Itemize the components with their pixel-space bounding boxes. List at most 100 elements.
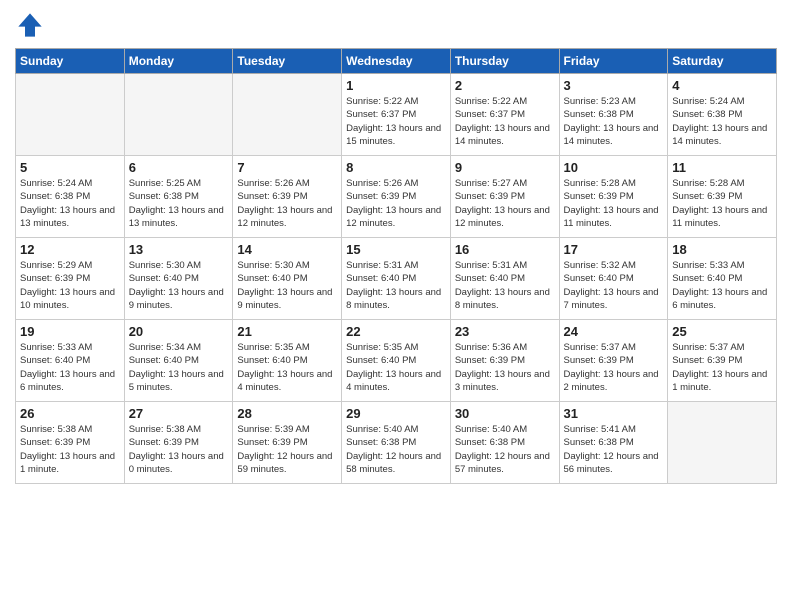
sunset-text: Sunset: 6:38 PM [564,108,664,121]
sunset-text: Sunset: 6:38 PM [564,436,664,449]
daylight-text: Daylight: 13 hours and 0 minutes. [129,450,229,477]
day-number: 27 [129,406,229,421]
day-info: Sunrise: 5:35 AMSunset: 6:40 PMDaylight:… [237,341,337,394]
day-number: 8 [346,160,446,175]
calendar-cell: 28 Sunrise: 5:39 AMSunset: 6:39 PMDayligh… [233,402,342,484]
daylight-text: Daylight: 13 hours and 13 minutes. [20,204,120,231]
weekday-header-monday: Monday [124,49,233,74]
page: SundayMondayTuesdayWednesdayThursdayFrid… [0,0,792,612]
calendar-cell: 25Sunrise: 5:37 AMSunset: 6:39 PMDayligh… [668,320,777,402]
day-number: 4 [672,78,772,93]
daylight-text: Daylight: 13 hours and 12 minutes. [455,204,555,231]
sunset-text: Sunset: 6:37 PM [455,108,555,121]
day-info: Sunrise: 5:39 AMSunset: 6:39 PMDaylight:… [237,423,337,476]
calendar-cell: 22Sunrise: 5:35 AMSunset: 6:40 PMDayligh… [342,320,451,402]
daylight-text: Daylight: 13 hours and 6 minutes. [672,286,772,313]
sunrise-text: Sunrise: 5:28 AM [564,177,664,190]
day-number: 12 [20,242,120,257]
sunset-text: Sunset: 6:39 PM [672,190,772,203]
day-info: Sunrise: 5:33 AMSunset: 6:40 PMDaylight:… [672,259,772,312]
daylight-text: Daylight: 13 hours and 8 minutes. [455,286,555,313]
sunset-text: Sunset: 6:39 PM [237,190,337,203]
sunrise-text: Sunrise: 5:35 AM [346,341,446,354]
sunrise-text: Sunrise: 5:32 AM [564,259,664,272]
calendar-cell: 1Sunrise: 5:22 AMSunset: 6:37 PMDaylight… [342,74,451,156]
sunset-text: Sunset: 6:39 PM [564,354,664,367]
sunset-text: Sunset: 6:40 PM [237,272,337,285]
daylight-text: Daylight: 13 hours and 6 minutes. [20,368,120,395]
sunset-text: Sunset: 6:39 PM [564,190,664,203]
day-number: 14 [237,242,337,257]
calendar-cell: 15Sunrise: 5:31 AMSunset: 6:40 PMDayligh… [342,238,451,320]
sunrise-text: Sunrise: 5:38 AM [20,423,120,436]
sunrise-text: Sunrise: 5:37 AM [672,341,772,354]
day-number: 29 [346,406,446,421]
day-info: Sunrise: 5:31 AMSunset: 6:40 PMDaylight:… [455,259,555,312]
daylight-text: Daylight: 13 hours and 9 minutes. [237,286,337,313]
day-info: Sunrise: 5:22 AMSunset: 6:37 PMDaylight:… [346,95,446,148]
day-info: Sunrise: 5:33 AMSunset: 6:40 PMDaylight:… [20,341,120,394]
weekday-header-sunday: Sunday [16,49,125,74]
daylight-text: Daylight: 13 hours and 12 minutes. [346,204,446,231]
day-number: 10 [564,160,664,175]
day-info: Sunrise: 5:29 AMSunset: 6:39 PMDaylight:… [20,259,120,312]
daylight-text: Daylight: 12 hours and 58 minutes. [346,450,446,477]
calendar-cell: 30Sunrise: 5:40 AMSunset: 6:38 PMDayligh… [450,402,559,484]
day-number: 3 [564,78,664,93]
calendar-cell: 16Sunrise: 5:31 AMSunset: 6:40 PMDayligh… [450,238,559,320]
calendar-cell: 5Sunrise: 5:24 AMSunset: 6:38 PMDaylight… [16,156,125,238]
calendar-cell: 3 Sunrise: 5:23 AMSunset: 6:38 PMDaylight… [559,74,668,156]
sunrise-text: Sunrise: 5:39 AM [237,423,337,436]
day-info: Sunrise: 5:36 AMSunset: 6:39 PMDaylight:… [455,341,555,394]
daylight-text: Daylight: 13 hours and 11 minutes. [564,204,664,231]
day-number: 31 [564,406,664,421]
calendar-cell: 4Sunrise: 5:24 AMSunset: 6:38 PMDaylight… [668,74,777,156]
sunset-text: Sunset: 6:39 PM [129,436,229,449]
day-info: Sunrise: 5:31 AMSunset: 6:40 PMDaylight:… [346,259,446,312]
sunrise-text: Sunrise: 5:29 AM [20,259,120,272]
calendar-cell: 12 Sunrise: 5:29 AMSunset: 6:39 PMDayligh… [16,238,125,320]
day-info: Sunrise: 5:28 AMSunset: 6:39 PMDaylight:… [564,177,664,230]
daylight-text: Daylight: 13 hours and 5 minutes. [129,368,229,395]
sunrise-text: Sunrise: 5:31 AM [455,259,555,272]
sunset-text: Sunset: 6:40 PM [672,272,772,285]
calendar-cell: 17Sunrise: 5:32 AMSunset: 6:40 PMDayligh… [559,238,668,320]
day-info: Sunrise: 5:28 AMSunset: 6:39 PMDaylight:… [672,177,772,230]
sunrise-text: Sunrise: 5:38 AM [129,423,229,436]
week-row-1: 1Sunrise: 5:22 AMSunset: 6:37 PMDaylight… [16,74,777,156]
sunrise-text: Sunrise: 5:31 AM [346,259,446,272]
calendar-cell: 31Sunrise: 5:41 AMSunset: 6:38 PMDayligh… [559,402,668,484]
daylight-text: Daylight: 13 hours and 14 minutes. [564,122,664,149]
calendar-cell: 18 Sunrise: 5:33 AMSunset: 6:40 PMDayligh… [668,238,777,320]
calendar-cell: 14 Sunrise: 5:30 AMSunset: 6:40 PMDayligh… [233,238,342,320]
day-info: Sunrise: 5:40 AMSunset: 6:38 PMDaylight:… [346,423,446,476]
calendar-cell: 9Sunrise: 5:27 AMSunset: 6:39 PMDaylight… [450,156,559,238]
sunset-text: Sunset: 6:39 PM [455,354,555,367]
daylight-text: Daylight: 13 hours and 1 minute. [20,450,120,477]
sunset-text: Sunset: 6:40 PM [129,354,229,367]
day-number: 24 [564,324,664,339]
weekday-header-row: SundayMondayTuesdayWednesdayThursdayFrid… [16,49,777,74]
calendar-cell: 10 Sunrise: 5:28 AMSunset: 6:39 PMDayligh… [559,156,668,238]
day-info: Sunrise: 5:30 AMSunset: 6:40 PMDaylight:… [237,259,337,312]
sunrise-text: Sunrise: 5:40 AM [346,423,446,436]
calendar-cell: 8 Sunrise: 5:26 AMSunset: 6:39 PMDaylight… [342,156,451,238]
sunrise-text: Sunrise: 5:23 AM [564,95,664,108]
day-info: Sunrise: 5:34 AMSunset: 6:40 PMDaylight:… [129,341,229,394]
sunrise-text: Sunrise: 5:37 AM [564,341,664,354]
calendar-cell [668,402,777,484]
week-row-5: 26Sunrise: 5:38 AMSunset: 6:39 PMDayligh… [16,402,777,484]
day-number: 25 [672,324,772,339]
day-info: Sunrise: 5:26 AMSunset: 6:39 PMDaylight:… [346,177,446,230]
sunset-text: Sunset: 6:37 PM [346,108,446,121]
week-row-2: 5Sunrise: 5:24 AMSunset: 6:38 PMDaylight… [16,156,777,238]
day-number: 28 [237,406,337,421]
daylight-text: Daylight: 12 hours and 57 minutes. [455,450,555,477]
sunset-text: Sunset: 6:38 PM [455,436,555,449]
sunrise-text: Sunrise: 5:35 AM [237,341,337,354]
weekday-header-tuesday: Tuesday [233,49,342,74]
calendar-cell: 26Sunrise: 5:38 AMSunset: 6:39 PMDayligh… [16,402,125,484]
daylight-text: Daylight: 13 hours and 2 minutes. [564,368,664,395]
day-number: 18 [672,242,772,257]
sunrise-text: Sunrise: 5:30 AM [129,259,229,272]
